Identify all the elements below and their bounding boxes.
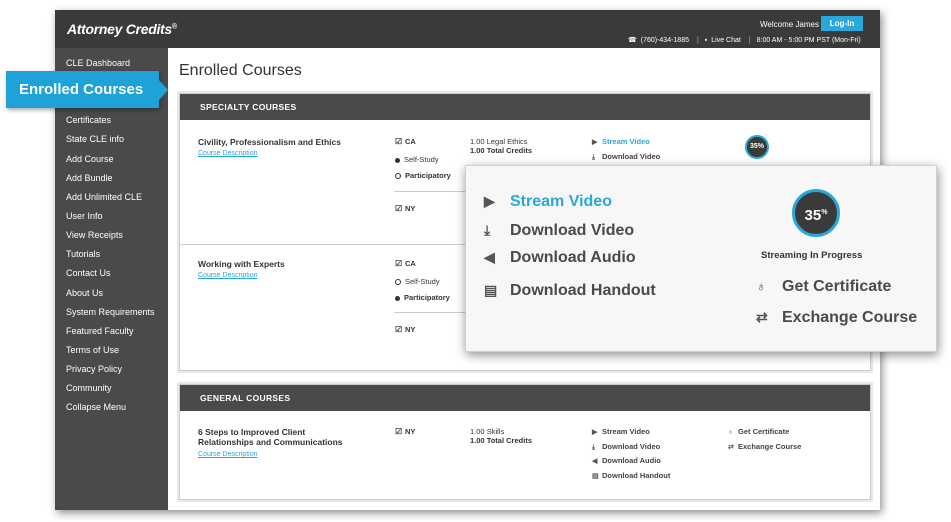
- stream-video-link[interactable]: ▶ Stream Video: [592, 137, 650, 146]
- phone-icon: ☎: [628, 37, 637, 44]
- zoom-popup: ▶ Stream Video ⤓ Download Video ◀ Download …: [465, 165, 937, 352]
- check-icon: ☑: [395, 259, 403, 268]
- download-icon: ⤓: [592, 154, 596, 161]
- option-participatory[interactable]: Participatory: [395, 293, 450, 302]
- exchange-icon: ⇄: [756, 309, 768, 325]
- credit-total: 1.00 Total Credits: [470, 436, 532, 445]
- course-title: Working with Experts: [198, 259, 285, 269]
- progress-label: Streaming In Progress: [761, 250, 863, 261]
- page-title: Enrolled Courses: [179, 62, 302, 79]
- state-checkbox-ca[interactable]: ☑ CA: [395, 259, 416, 268]
- play-icon: ▶: [484, 193, 495, 209]
- credit-total: 1.00 Total Credits: [470, 146, 532, 155]
- sidebar-item-collapse-menu[interactable]: Collapse Menu: [66, 402, 126, 412]
- document-icon: ▤: [592, 473, 599, 480]
- top-bar: Attorney Credits® Welcome James Log-In ☎…: [55, 10, 880, 48]
- course-description-link[interactable]: Course Description: [198, 451, 258, 458]
- speaker-icon: ◀: [484, 249, 495, 265]
- play-icon: ▶: [592, 139, 598, 146]
- option-self-study[interactable]: Self-Study: [395, 155, 439, 164]
- download-audio-link[interactable]: ◀ Download Audio: [484, 249, 636, 267]
- check-icon: ☑: [395, 137, 403, 146]
- radio-selected: [395, 157, 400, 163]
- phone-number[interactable]: (760)-434-1885: [641, 37, 689, 44]
- state-checkbox-ca[interactable]: ☑ CA: [395, 137, 416, 146]
- login-button[interactable]: Log-In: [821, 16, 863, 31]
- get-certificate-link[interactable]: ♁ Get Certificate: [728, 427, 789, 436]
- download-video-link[interactable]: ⤓ Download Video: [592, 152, 660, 162]
- stream-video-link[interactable]: ▶ Stream Video: [484, 193, 612, 211]
- sidebar-item-terms-of-use[interactable]: Terms of Use: [66, 345, 119, 355]
- exchange-course-link[interactable]: ⇄ Exchange Course: [728, 442, 801, 451]
- document-icon: ▤: [484, 282, 498, 298]
- download-handout-link[interactable]: ▤ Download Handout: [484, 282, 656, 300]
- download-handout-link[interactable]: ▤ Download Handout: [592, 471, 670, 480]
- sidebar-item-cle-dashboard[interactable]: CLE Dashboard: [66, 58, 130, 68]
- sidebar-item-community[interactable]: Community: [66, 383, 112, 393]
- chat-icon: ▪: [704, 37, 708, 44]
- sidebar-item-view-receipts[interactable]: View Receipts: [66, 230, 123, 240]
- sidebar-item-add-course[interactable]: Add Course: [66, 154, 114, 164]
- sidebar-item-add-bundle[interactable]: Add Bundle: [66, 173, 113, 183]
- option-participatory[interactable]: Participatory: [395, 171, 451, 180]
- sidebar-item-user-info[interactable]: User Info: [66, 211, 103, 221]
- sidebar-item-state-cle-info[interactable]: State CLE info: [66, 134, 124, 144]
- state-checkbox-ny[interactable]: ☑ NY: [395, 325, 415, 334]
- radio-selected: [395, 295, 400, 301]
- download-audio-link[interactable]: ◀ Download Audio: [592, 456, 661, 465]
- award-icon: ♁: [756, 278, 767, 294]
- sidebar: CLE Dashboard Certificates State CLE inf…: [55, 48, 168, 510]
- stream-video-link[interactable]: ▶ Stream Video: [592, 427, 650, 436]
- download-video-link[interactable]: ⤓ Download Video: [592, 442, 660, 452]
- contact-bar: ☎ (760)-434-1885 | ▪ Live Chat | 8:00 AM - 5…: [628, 37, 861, 44]
- sidebar-item-featured-faculty[interactable]: Featured Faculty: [66, 326, 134, 336]
- check-icon: ☑: [395, 325, 403, 334]
- sidebar-item-privacy-policy[interactable]: Privacy Policy: [66, 364, 122, 374]
- progress-badge: 35%: [745, 135, 769, 159]
- play-icon: ▶: [592, 429, 598, 436]
- sidebar-item-about-us[interactable]: About Us: [66, 288, 103, 298]
- exchange-icon: ⇄: [728, 444, 734, 451]
- speaker-icon: ◀: [592, 458, 598, 465]
- logo[interactable]: Attorney Credits®: [67, 21, 177, 37]
- option-self-study[interactable]: Self-Study: [395, 277, 440, 286]
- radio-unselected: [395, 279, 401, 286]
- general-courses-section: GENERAL COURSES 6 Steps to Improved Clie…: [179, 384, 871, 500]
- check-icon: ☑: [395, 427, 403, 436]
- course-title: Civility, Professionalism and Ethics: [198, 137, 341, 147]
- check-icon: ☑: [395, 204, 403, 213]
- credit-skills: 1.00 Skills: [470, 427, 505, 436]
- radio-unselected: [395, 173, 401, 180]
- welcome-text: Welcome James: [760, 20, 819, 29]
- course-title: 6 Steps to Improved Client Relationships …: [198, 427, 343, 447]
- state-checkbox-ny[interactable]: ☑ NY: [395, 427, 415, 436]
- enrolled-courses-callout[interactable]: Enrolled Courses: [6, 71, 159, 108]
- get-certificate-link[interactable]: ♁ Get Certificate: [756, 278, 891, 296]
- sidebar-item-tutorials[interactable]: Tutorials: [66, 249, 100, 259]
- download-video-link[interactable]: ⤓ Download Video: [484, 222, 634, 240]
- callout-arrow: [159, 80, 168, 100]
- credit-legal-ethics: 1.00 Legal Ethics: [470, 137, 528, 146]
- sidebar-item-certificates[interactable]: Certificates: [66, 115, 111, 125]
- progress-badge: 35%: [792, 189, 840, 237]
- sidebar-item-system-requirements[interactable]: System Requirements: [66, 307, 155, 317]
- download-icon: ⤓: [484, 222, 491, 238]
- course-description-link[interactable]: Course Description: [198, 272, 258, 279]
- state-checkbox-ny[interactable]: ☑ NY: [395, 204, 415, 213]
- sidebar-item-contact-us[interactable]: Contact Us: [66, 268, 111, 278]
- live-chat-link[interactable]: Live Chat: [711, 37, 741, 44]
- business-hours: 8:00 AM - 5:00 PM PST (Mon-Fri): [756, 37, 861, 44]
- award-icon: ♁: [728, 429, 734, 436]
- sidebar-item-add-unlimited-cle[interactable]: Add Unlimited CLE: [66, 192, 142, 202]
- section-heading: SPECIALTY COURSES: [180, 94, 870, 120]
- exchange-course-link[interactable]: ⇄ Exchange Course: [756, 309, 917, 327]
- download-icon: ⤓: [592, 444, 596, 451]
- course-description-link[interactable]: Course Description: [198, 150, 258, 157]
- section-heading: GENERAL COURSES: [180, 385, 870, 411]
